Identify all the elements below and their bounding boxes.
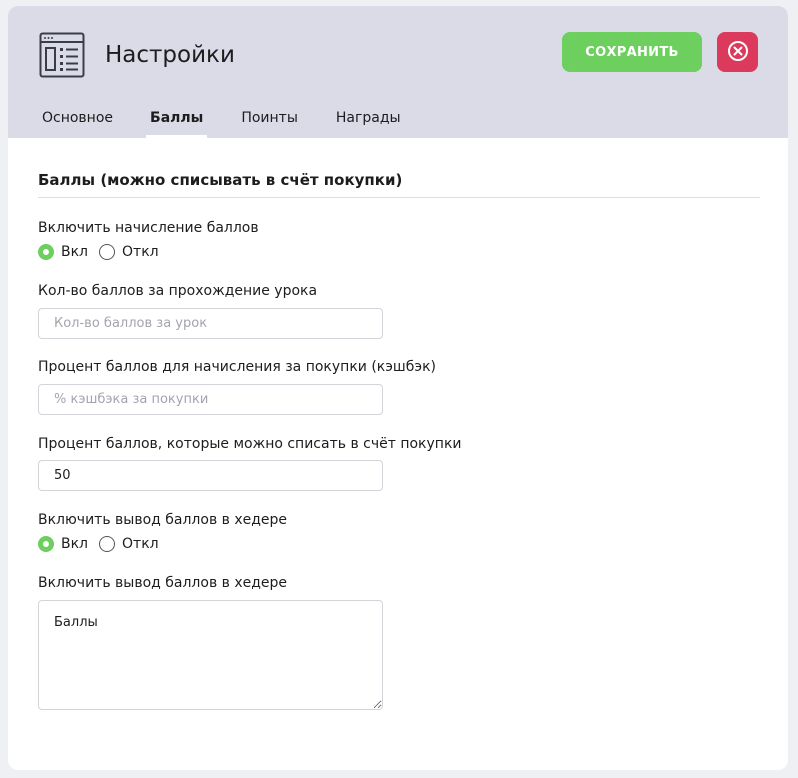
radio-label: Откл <box>122 536 159 552</box>
page-title: Настройки <box>105 42 235 68</box>
tab-poynty[interactable]: Поинты <box>241 94 298 138</box>
radio-unchecked-icon <box>99 536 116 552</box>
close-button[interactable] <box>717 32 758 72</box>
cashback-percent-label: Процент баллов для начисления за покупки… <box>38 359 436 375</box>
close-circle-icon <box>727 40 749 65</box>
tab-points[interactable]: Баллы <box>146 94 208 138</box>
cashback-percent-input[interactable] <box>38 384 383 415</box>
radio-checked-icon <box>38 536 54 552</box>
enable-points-on-radio[interactable]: Вкл <box>38 243 88 261</box>
radio-checked-icon <box>38 244 54 260</box>
header-display-label: Включить вывод баллов в хедере <box>38 512 288 528</box>
lesson-points-label: Кол-во баллов за прохождение урока <box>38 283 318 299</box>
tab-rewards[interactable]: Награды <box>336 94 401 138</box>
enable-points-off-radio[interactable]: Откл <box>99 243 159 261</box>
section-title: Баллы (можно списывать в счёт покупки) <box>38 170 760 198</box>
enable-points-label: Включить начисление баллов <box>38 220 259 236</box>
settings-content: Баллы (можно списывать в счёт покупки) В… <box>38 138 760 710</box>
header-display-on-radio[interactable]: Вкл <box>38 535 88 553</box>
radio-label: Вкл <box>61 536 89 552</box>
header-display-radio-group: Вкл Откл <box>38 535 760 553</box>
writeoff-percent-label: Процент баллов, которые можно списать в … <box>38 436 462 452</box>
writeoff-percent-input[interactable] <box>38 460 383 491</box>
settings-card: Настройки СОХРАНИТЬ Основное Баллы Поинт… <box>8 6 788 770</box>
tabs-bar: Основное Баллы Поинты Награды <box>8 94 401 138</box>
save-button[interactable]: СОХРАНИТЬ <box>562 32 702 72</box>
radio-label: Откл <box>122 244 159 260</box>
settings-header: Настройки СОХРАНИТЬ Основное Баллы Поинт… <box>8 6 788 138</box>
radio-unchecked-icon <box>99 244 116 260</box>
settings-window-icon <box>39 32 85 78</box>
header-display-off-radio[interactable]: Откл <box>99 535 159 553</box>
header-text-textarea[interactable]: Баллы <box>38 600 383 710</box>
header-text-label: Включить вывод баллов в хедере <box>38 575 288 591</box>
enable-points-radio-group: Вкл Откл <box>38 243 760 261</box>
radio-label: Вкл <box>61 244 89 260</box>
tab-main[interactable]: Основное <box>42 94 113 138</box>
lesson-points-input[interactable] <box>38 308 383 339</box>
